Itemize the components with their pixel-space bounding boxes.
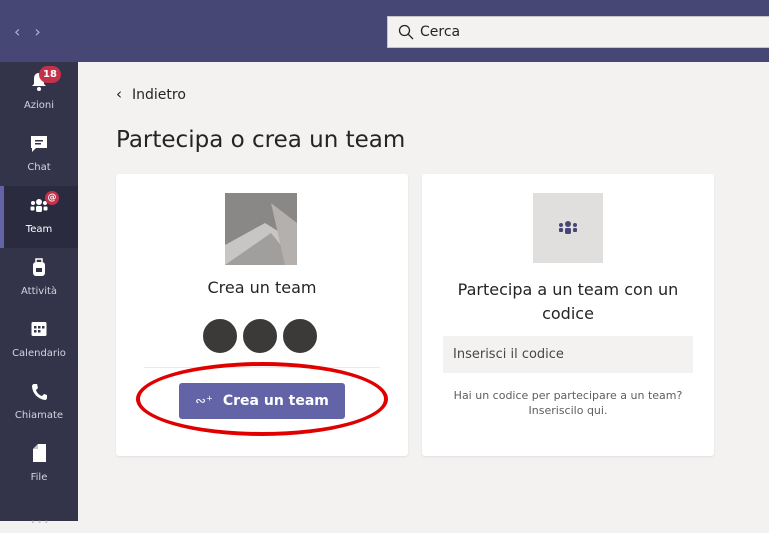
forward-arrow-icon[interactable]: ›: [34, 22, 54, 41]
back-link[interactable]: ‹ Indietro: [116, 85, 186, 103]
rail-item-label: Chiamate: [14, 410, 64, 421]
team-code-input[interactable]: [443, 336, 693, 373]
rail-item-attivita[interactable]: Attività: [0, 248, 78, 310]
more-apps-icon[interactable]: ···: [30, 512, 50, 533]
rail-item-label: Calendario: [12, 348, 66, 359]
rail-item-file[interactable]: File: [0, 434, 78, 496]
divider: [144, 367, 380, 368]
teams-icon: [559, 221, 577, 234]
back-label: Indietro: [132, 87, 186, 103]
phone-icon: [32, 384, 47, 400]
join-card-title: Partecipa a un team con un codice: [457, 280, 679, 323]
rail-item-label: Azioni: [23, 100, 55, 111]
rail-item-label: Chat: [27, 162, 51, 173]
app-rail: 18 Azioni Chat @ Team Attività Calendari…: [0, 62, 78, 533]
page-title: Partecipa o crea un team: [116, 127, 406, 153]
create-card-title: Crea un team: [207, 278, 317, 297]
team-placeholder-image: [225, 193, 297, 265]
join-team-card: Partecipa a un team con un codice Hai un…: [422, 174, 714, 456]
search-placeholder: Cerca: [420, 24, 461, 40]
rail-item-azioni[interactable]: 18 Azioni: [0, 62, 78, 124]
file-icon: [33, 444, 46, 462]
add-people-icon: ∾⁺: [195, 393, 213, 409]
create-team-button[interactable]: ∾⁺ Crea un team: [179, 383, 345, 419]
rail-item-label: Team: [25, 224, 53, 235]
top-bar: ‹› Cerca: [0, 0, 769, 62]
rail-item-calendario[interactable]: Calendario: [0, 310, 78, 372]
calendar-icon: [31, 322, 47, 336]
rail-item-label: Attività: [20, 286, 58, 297]
join-hint-text: Hai un codice per partecipare a un team?…: [453, 389, 683, 417]
backpack-icon: [33, 258, 45, 276]
chat-icon: [31, 136, 47, 152]
chevron-left-icon: ‹: [116, 85, 122, 103]
mention-badge: @: [45, 191, 59, 205]
history-nav: ‹›: [14, 22, 55, 41]
avatar: [241, 317, 279, 355]
create-team-button-label: Crea un team: [222, 393, 329, 409]
avatar: [201, 317, 239, 355]
rail-item-chat[interactable]: Chat: [0, 124, 78, 186]
search-icon: [398, 24, 414, 40]
join-team-image: [533, 193, 603, 263]
search-box[interactable]: Cerca: [387, 16, 769, 48]
rail-item-chiamate[interactable]: Chiamate: [0, 372, 78, 434]
create-team-card: Crea un team ∾⁺ Crea un team: [116, 174, 408, 456]
rail-item-label: File: [30, 472, 48, 483]
avatar-group: [201, 317, 321, 355]
rail-item-team[interactable]: @ Team: [0, 186, 78, 248]
notification-badge: 18: [39, 66, 61, 83]
avatar: [281, 317, 319, 355]
back-arrow-icon[interactable]: ‹: [14, 22, 34, 41]
